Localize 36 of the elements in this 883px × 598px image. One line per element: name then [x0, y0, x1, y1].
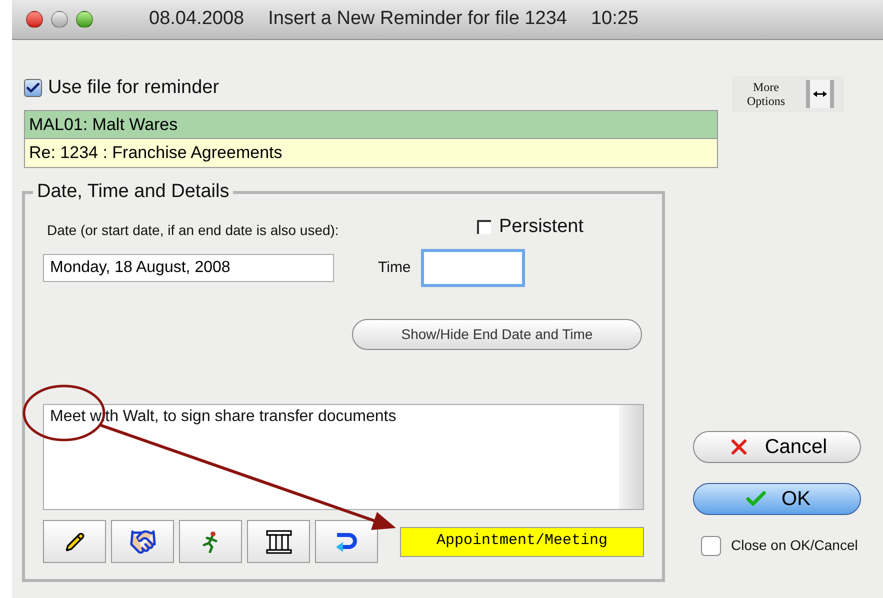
file-row: Re: 1234 : Franchise Agreements — [25, 139, 717, 167]
window-title: 10:25 — [590, 7, 639, 32]
time-label: Time — [378, 258, 411, 278]
tool-button[interactable] — [247, 520, 310, 563]
scrollbar[interactable] — [619, 405, 643, 509]
date-field[interactable]: Monday, 18 August, 2008 — [43, 254, 334, 282]
handshake-icon — [128, 528, 156, 556]
window-title: 08.04.2008 — [149, 7, 244, 32]
tool-button[interactable] — [315, 520, 378, 563]
running-figure-icon — [200, 530, 220, 552]
horizontal-arrows-icon — [813, 90, 827, 98]
pencil-icon — [64, 532, 84, 552]
ok-button[interactable]: OK — [693, 483, 861, 515]
return-arrow-icon — [334, 530, 360, 552]
close-button[interactable] — [26, 11, 43, 28]
zoom-button[interactable] — [76, 11, 93, 28]
cancel-button[interactable]: Cancel — [693, 431, 861, 463]
checkbox-label: Close on OK/Cancel — [731, 536, 858, 555]
window-title: Insert a New Reminder for file 1234 — [268, 7, 567, 32]
columns-icon — [266, 530, 292, 554]
group-title: Date, Time and Details — [36, 180, 230, 204]
use-file-checkbox[interactable] — [24, 79, 42, 97]
date-label: Date (or start date, if an end date is also used): — [47, 221, 340, 240]
minimize-button[interactable] — [51, 11, 68, 28]
tool-button[interactable] — [111, 520, 174, 563]
time-field[interactable] — [420, 249, 525, 287]
checkbox-label: Persistent — [499, 214, 584, 238]
expand-toggle-button[interactable] — [806, 80, 834, 108]
more-options-label[interactable]: More Options — [742, 80, 790, 108]
file-row: MAL01: Malt Wares — [25, 111, 717, 139]
tool-button[interactable] — [43, 520, 106, 563]
checkbox-label: Use file for reminder — [48, 76, 220, 100]
persistent-checkbox[interactable] — [477, 220, 491, 234]
close-on-ok-checkbox[interactable] — [701, 536, 721, 556]
show-hide-end-date-button[interactable]: Show/Hide End Date and Time — [352, 319, 642, 350]
category-label: Appointment/Meeting — [400, 526, 644, 556]
